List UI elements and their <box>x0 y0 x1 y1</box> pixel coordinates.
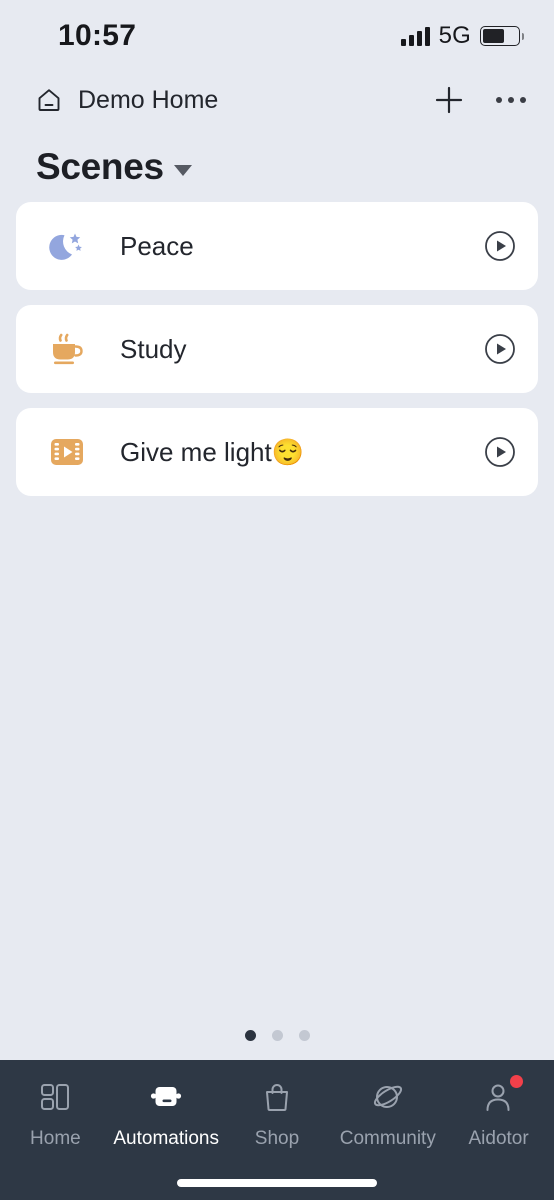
tab-shop[interactable]: Shop <box>222 1076 333 1150</box>
film-strip-play-icon <box>44 429 90 475</box>
page-dot[interactable] <box>244 1029 256 1041</box>
page-title: Scenes <box>36 146 164 187</box>
house-icon <box>34 85 64 115</box>
plus-icon[interactable] <box>432 83 466 117</box>
planet-icon <box>371 1076 405 1118</box>
chevron-down-icon[interactable] <box>173 165 192 176</box>
tab-label: Community <box>339 1128 436 1149</box>
tab-aidotor[interactable]: Aidotor <box>443 1075 554 1150</box>
scene-name-label: Give me light😌 <box>120 436 305 467</box>
play-circle-icon[interactable] <box>484 436 516 468</box>
status-time: 10:57 <box>58 19 137 52</box>
tab-label: Aidotor <box>468 1128 529 1149</box>
header-actions <box>432 83 526 117</box>
more-horizontal-icon[interactable] <box>496 97 526 103</box>
tab-automations[interactable]: Automations <box>111 1076 222 1150</box>
dashboard-grid-icon <box>38 1076 72 1118</box>
person-icon <box>482 1075 523 1118</box>
scene-name-label: Study <box>120 333 187 364</box>
page-indicator[interactable] <box>0 1010 554 1060</box>
tab-home[interactable]: Home <box>0 1076 111 1150</box>
home-selector[interactable]: Demo Home <box>34 85 218 115</box>
automation-device-icon <box>147 1076 185 1118</box>
scene-name-label: Peace <box>120 230 194 261</box>
status-indicators: 5G <box>400 22 524 50</box>
status-bar: 10:57 5G <box>0 0 554 72</box>
home-indicator[interactable] <box>0 1166 554 1200</box>
notification-badge <box>509 1075 523 1088</box>
tab-community[interactable]: Community <box>332 1076 443 1150</box>
app-screen: 10:57 5G Demo Home Scenes Peace Study Gi… <box>0 0 554 1200</box>
scenes-section-header[interactable]: Scenes <box>0 128 554 202</box>
scene-card-study[interactable]: Study <box>16 305 538 393</box>
play-circle-icon[interactable] <box>484 333 516 365</box>
tab-label: Home <box>30 1128 81 1149</box>
network-type-label: 5G <box>438 22 471 49</box>
scene-card-give-me-light[interactable]: Give me light😌 <box>16 408 538 496</box>
page-dot[interactable] <box>298 1029 310 1041</box>
app-header: Demo Home <box>0 72 554 128</box>
page-dot[interactable] <box>271 1029 283 1041</box>
tab-list: Home Automations Shop Community Aidotor <box>0 1060 554 1166</box>
coffee-cup-icon <box>44 326 90 372</box>
shopping-bag-icon <box>260 1076 294 1118</box>
scene-card-peace[interactable]: Peace <box>16 202 538 290</box>
home-name-label: Demo Home <box>78 85 219 114</box>
scene-list: Peace Study Give me light😌 <box>0 202 554 496</box>
play-circle-icon[interactable] <box>484 230 516 262</box>
signal-bars-icon <box>400 26 430 46</box>
bottom-navigation: Home Automations Shop Community Aidotor <box>0 1060 554 1200</box>
crescent-moon-stars-icon <box>44 223 90 269</box>
tab-label: Automations <box>113 1128 219 1149</box>
tab-label: Shop <box>254 1128 300 1149</box>
battery-icon <box>480 26 524 46</box>
